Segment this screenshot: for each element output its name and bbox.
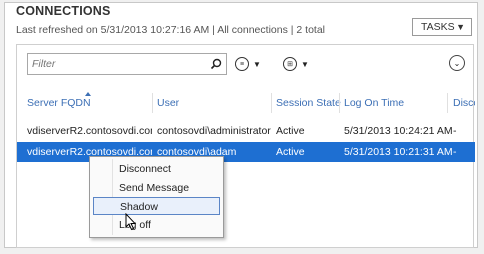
column-divider[interactable] <box>339 93 340 113</box>
column-header-session-state[interactable]: Session State <box>276 97 341 109</box>
chevron-down-icon: ▼ <box>253 59 261 69</box>
menu-item-shadow[interactable]: Shadow <box>93 197 220 215</box>
cell-disconnect: - <box>453 125 457 137</box>
table-row-selected[interactable]: vdiserverR2.contosovdi.com contosovdi\ad… <box>17 142 475 162</box>
chevron-down-icon: ▼ <box>456 22 465 32</box>
cell-disconnect: - <box>453 146 457 158</box>
section-title: CONNECTIONS <box>16 4 111 18</box>
menu-item-disconnect[interactable]: Disconnect <box>93 160 220 178</box>
cell-state: Active <box>276 146 305 158</box>
cell-logon-time: 5/31/2013 10:24:21 AM <box>344 125 453 137</box>
menu-item-log-off[interactable]: Log off <box>93 216 220 234</box>
filter-box[interactable] <box>27 53 227 75</box>
sort-ascending-icon <box>85 92 91 96</box>
list-options-icon: ≡ <box>235 57 249 71</box>
column-header-server[interactable]: Server FQDN <box>27 97 91 109</box>
cell-logon-time: 5/31/2013 10:21:31 AM <box>344 146 453 158</box>
column-header-user[interactable]: User <box>157 97 179 109</box>
cell-server: vdiserverR2.contosovdi.com <box>27 125 152 137</box>
chevron-down-icon: ▼ <box>301 59 309 69</box>
list-options-button[interactable]: ≡ ▼ <box>235 55 261 73</box>
tasks-dropdown[interactable]: TASKS ▼ <box>412 18 472 36</box>
search-icon[interactable] <box>210 57 222 75</box>
last-refreshed-status: Last refreshed on 5/31/2013 10:27:16 AM … <box>16 24 325 36</box>
context-menu: Disconnect Send Message Shadow Log off <box>89 156 224 238</box>
tasks-label: TASKS <box>421 21 455 33</box>
column-header-logon-time[interactable]: Log On Time <box>344 97 404 109</box>
table-row[interactable]: vdiserverR2.contosovdi.com contosovdi\ad… <box>17 121 475 141</box>
filter-input[interactable] <box>32 56 202 72</box>
cell-state: Active <box>276 125 305 137</box>
column-header-disconnect[interactable]: Disco <box>453 97 475 109</box>
filter-options-icon: ⊞ <box>283 57 297 71</box>
expand-chevron-icon[interactable]: ⌄ <box>449 55 465 71</box>
mouse-cursor-icon <box>125 212 137 236</box>
menu-item-label: Shadow <box>120 201 158 213</box>
filter-options-button[interactable]: ⊞ ▼ <box>283 55 309 73</box>
menu-item-send-message[interactable]: Send Message <box>93 179 220 197</box>
menu-item-label: Disconnect <box>119 163 171 175</box>
column-divider[interactable] <box>271 93 272 113</box>
column-divider[interactable] <box>152 93 153 113</box>
column-divider[interactable] <box>447 93 448 113</box>
menu-item-label: Send Message <box>119 182 190 194</box>
cell-user: contosovdi\administrator <box>157 125 271 137</box>
connections-panel: ≡ ▼ ⊞ ▼ ⌄ Server FQDN User Session State… <box>16 44 475 248</box>
